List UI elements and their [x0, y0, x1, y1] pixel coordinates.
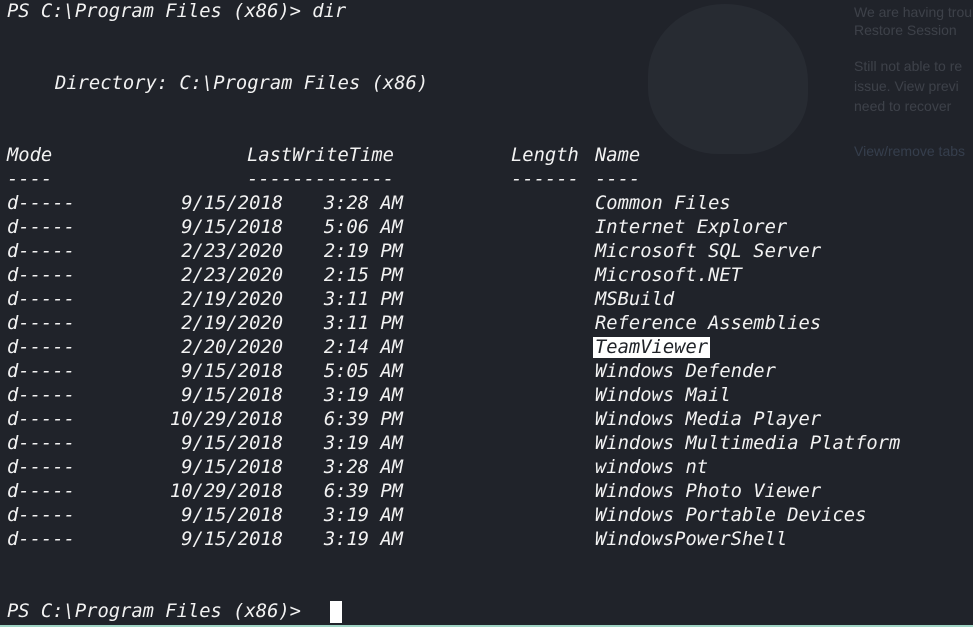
row-name: WindowsPowerShell: [595, 529, 788, 550]
row-mode: d-----: [7, 337, 75, 358]
row-mode: d-----: [7, 361, 75, 382]
directory-header: Directory: C:\Program Files (x86): [55, 73, 429, 94]
row-time: 3:11 PM: [323, 289, 403, 310]
row-date: 2/23/2020: [181, 241, 283, 262]
header-name: Name: [595, 145, 641, 166]
row-name: Windows Mail: [595, 385, 731, 406]
underline-mode: ----: [7, 169, 53, 190]
row-date: 2/20/2020: [181, 337, 283, 358]
row-date: 9/15/2018: [181, 529, 283, 550]
row-name: MSBuild: [595, 289, 675, 310]
row-name: Windows Defender: [595, 361, 776, 382]
row-date: 9/15/2018: [181, 217, 283, 238]
header-lastwritetime: LastWriteTime: [247, 145, 394, 166]
row-date: 10/29/2018: [169, 409, 283, 430]
row-mode: d-----: [7, 481, 75, 502]
row-name: Microsoft SQL Server: [595, 241, 822, 262]
row-name: Windows Multimedia Platform: [595, 433, 901, 454]
prompt-command-line: PS C:\Program Files (x86)> dir: [7, 1, 347, 22]
row-mode: d-----: [7, 217, 75, 238]
row-name: Windows Portable Devices: [595, 505, 867, 526]
row-date: 9/15/2018: [181, 433, 283, 454]
row-mode: d-----: [7, 385, 75, 406]
text-cursor: [330, 601, 342, 623]
row-time: 5:06 AM: [323, 217, 403, 238]
underline-name: ----: [595, 169, 641, 190]
header-length: Length: [511, 145, 579, 166]
row-name: Windows Photo Viewer: [595, 481, 822, 502]
row-time: 6:39 PM: [323, 481, 403, 502]
row-mode: d-----: [7, 433, 75, 454]
row-name: Microsoft.NET: [595, 265, 742, 286]
row-mode: d-----: [7, 313, 75, 334]
row-date: 9/15/2018: [181, 385, 283, 406]
row-date: 10/29/2018: [169, 481, 283, 502]
row-mode: d-----: [7, 289, 75, 310]
row-time: 2:19 PM: [323, 241, 403, 262]
row-date: 9/15/2018: [181, 361, 283, 382]
row-date: 2/19/2020: [181, 289, 283, 310]
row-mode: d-----: [7, 241, 75, 262]
row-name: Windows Media Player: [595, 409, 822, 430]
row-time: 3:19 AM: [323, 505, 403, 526]
row-time: 3:28 AM: [323, 193, 403, 214]
row-mode: d-----: [7, 409, 75, 430]
row-time: 6:39 PM: [323, 409, 403, 430]
row-mode: d-----: [7, 193, 75, 214]
row-mode: d-----: [7, 457, 75, 478]
row-name-selected[interactable]: TeamViewer: [593, 336, 711, 360]
row-date: 9/15/2018: [181, 457, 283, 478]
row-mode: d-----: [7, 505, 75, 526]
row-time: 2:15 PM: [323, 265, 403, 286]
row-time: 5:05 AM: [323, 361, 403, 382]
underline-lastwritetime: -------------: [247, 169, 394, 190]
underline-length: ------: [511, 169, 579, 190]
row-date: 2/19/2020: [181, 313, 283, 334]
row-mode: d-----: [7, 265, 75, 286]
row-date: 9/15/2018: [181, 505, 283, 526]
row-date: 2/23/2020: [181, 265, 283, 286]
selection-highlight[interactable]: TeamViewer: [593, 337, 711, 358]
row-time: 3:19 AM: [323, 529, 403, 550]
row-name: Internet Explorer: [595, 217, 788, 238]
header-mode: Mode: [7, 145, 53, 166]
row-name: windows nt: [595, 457, 709, 478]
prompt-line[interactable]: PS C:\Program Files (x86)>: [7, 600, 301, 624]
powershell-terminal[interactable]: PS C:\Program Files (x86)> dir Directory…: [0, 0, 973, 627]
row-name: Common Files: [595, 193, 731, 214]
row-time: 2:14 AM: [323, 337, 403, 358]
row-time: 3:19 AM: [323, 433, 403, 454]
row-date: 9/15/2018: [181, 193, 283, 214]
row-time: 3:11 PM: [323, 313, 403, 334]
row-name: Reference Assemblies: [595, 313, 822, 334]
row-time: 3:19 AM: [323, 385, 403, 406]
row-mode: d-----: [7, 529, 75, 550]
row-time: 3:28 AM: [323, 457, 403, 478]
